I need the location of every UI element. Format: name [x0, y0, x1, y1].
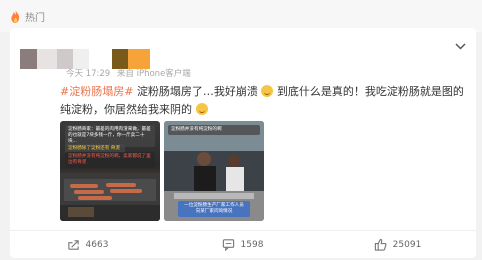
- post-actions: 4663 1598 25091: [10, 230, 476, 258]
- weibo-post-card: 今天 17:29 来自 iPhone客户端 #淀粉肠塌房# 淀粉肠塌房了…我好崩…: [10, 28, 476, 258]
- image-1-caption-bottom: 淀粉肠并没有纯淀粉的啊，卖家都说了里边有骨泥: [65, 152, 155, 168]
- crying-face-icon: [261, 85, 274, 97]
- post-source: 来自 iPhone客户端: [116, 69, 191, 79]
- post-images: 淀粉肠商家：最差的肉用肉渣来做，最差的也就是7块多钱一斤，你一斤卖二十块... …: [60, 121, 264, 221]
- share-icon: [67, 240, 79, 250]
- post-time[interactable]: 今天 17:29: [66, 69, 110, 79]
- like-button[interactable]: 25091: [320, 238, 475, 251]
- chevron-down-icon: [454, 42, 466, 50]
- repost-count: 4663: [85, 239, 109, 250]
- comment-count: 1598: [240, 239, 264, 250]
- thumbs-up-icon: [374, 238, 387, 251]
- image-2-caption-bottom: 一位淀粉肠生产厂家工作人员 向某厂家问询情况: [178, 201, 250, 217]
- caption-bottom: 淀粉肠并没有纯淀粉的啊，卖家都说了里边有骨泥: [68, 154, 151, 165]
- image-2-caption: 淀粉肠并没有纯淀粉的啊: [168, 125, 260, 135]
- repost-button[interactable]: 4663: [10, 238, 165, 251]
- comment-button[interactable]: 1598: [165, 238, 320, 251]
- post-image-1[interactable]: 淀粉肠商家：最差的肉用肉渣来做，最差的也就是7块多钱一斤，你一斤卖二十块... …: [60, 121, 160, 221]
- caption-bottom-2b: 向某厂家问询情况: [195, 209, 233, 214]
- flame-icon: [11, 10, 20, 23]
- like-count: 25091: [392, 239, 422, 250]
- more-options-button[interactable]: [452, 38, 468, 54]
- post-image-2[interactable]: 淀粉肠并没有纯淀粉的啊 一位淀粉肠生产厂家工作人员 向某厂家问询情况: [164, 121, 264, 221]
- caption-top-2: 淀粉肠并没有纯淀粉的啊: [171, 127, 222, 132]
- crying-face-icon: [195, 103, 208, 115]
- post-body: #淀粉肠塌房# 淀粉肠塌房了…我好崩溃 到底什么是真的！我吃淀粉肠就是图的纯淀粉…: [60, 83, 470, 119]
- comment-icon: [222, 239, 234, 251]
- caption-top: 淀粉肠商家：最差的肉用肉渣来做，最差的也就是7块多钱一斤，你一斤卖二十块...: [68, 127, 151, 144]
- hot-label-text: 热门: [25, 13, 45, 24]
- hot-section-label: 热门: [10, 9, 45, 24]
- post-meta: 今天 17:29 来自 iPhone客户端: [66, 67, 191, 79]
- hashtag-link[interactable]: #淀粉肠塌房#: [60, 85, 133, 98]
- post-text-1: 淀粉肠塌房了…我好崩溃: [136, 85, 258, 98]
- author-avatar[interactable]: [20, 49, 155, 69]
- caption-mid: 淀粉肠除了淀粉还有 骨泥: [68, 146, 120, 151]
